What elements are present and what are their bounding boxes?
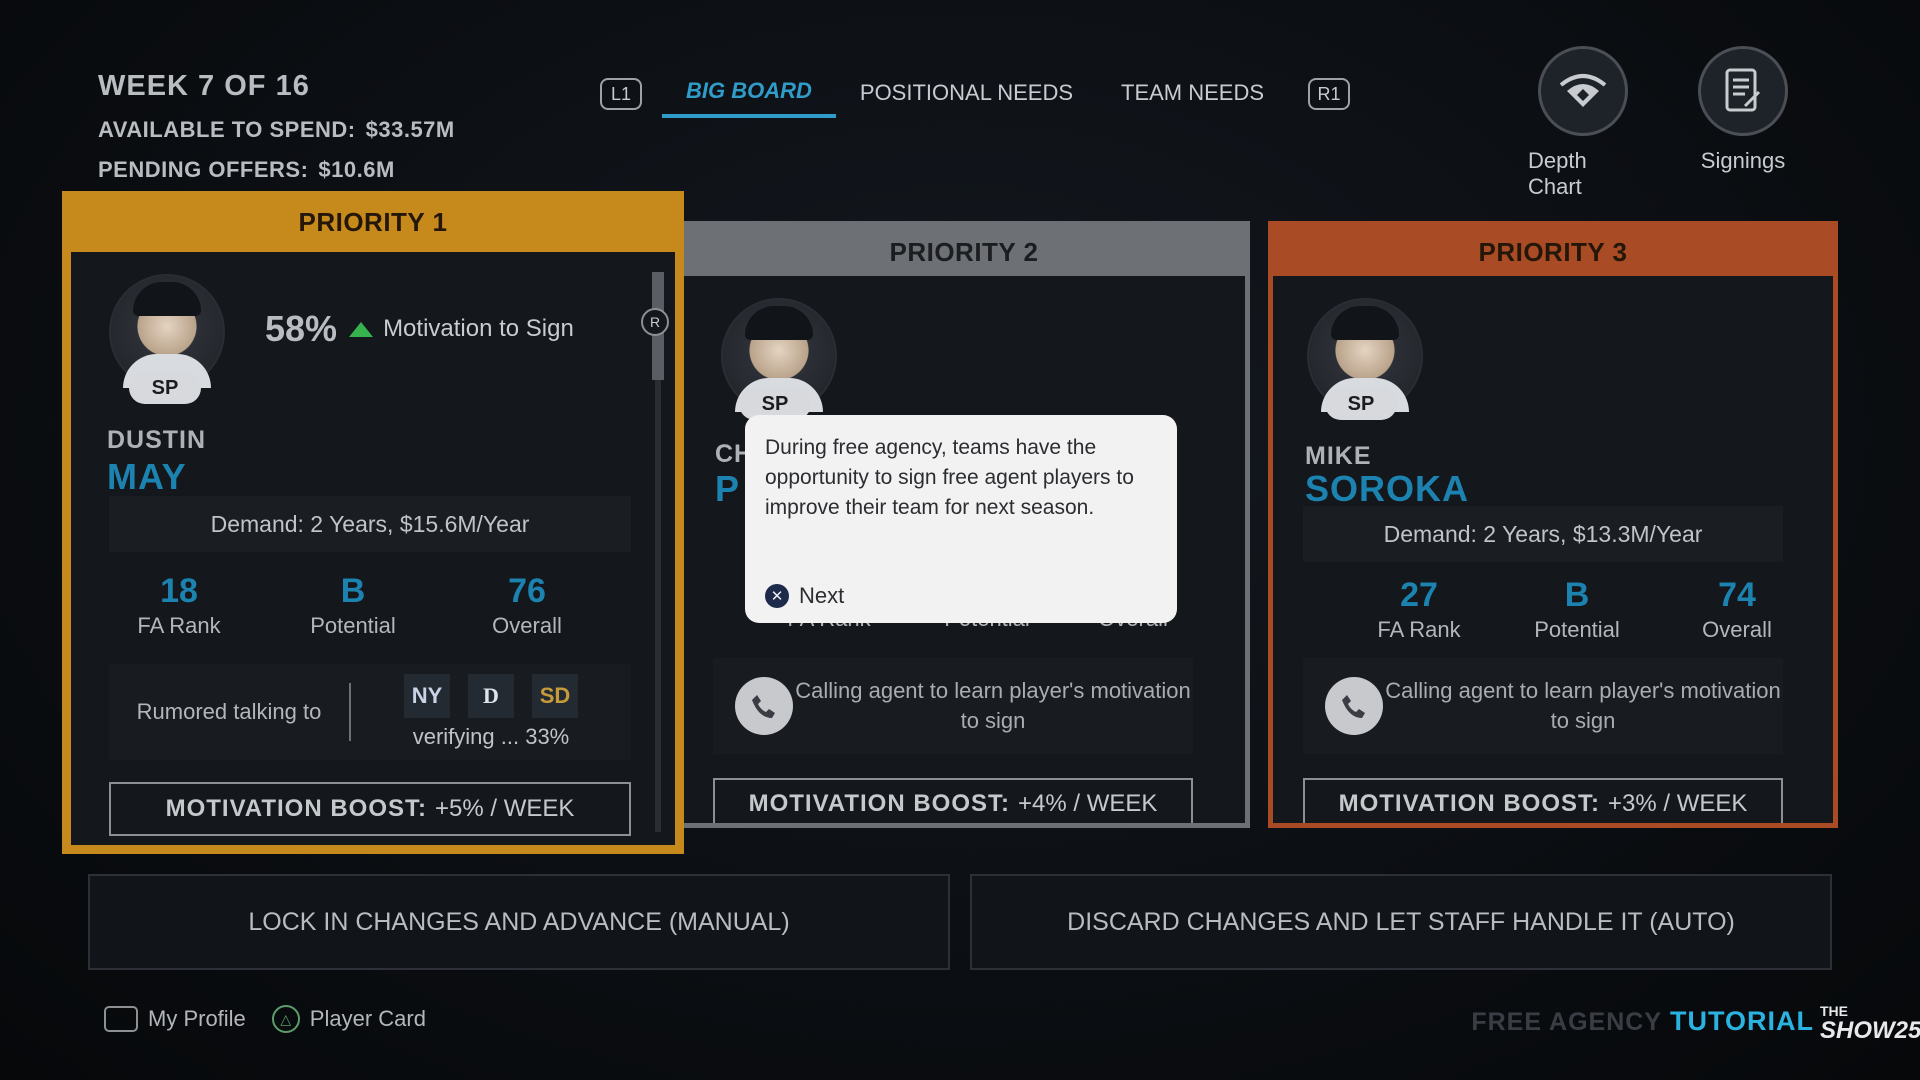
motivation-boost: MOTIVATION BOOST: +4% / WEEK: [713, 778, 1193, 823]
phone-icon: [1325, 677, 1383, 735]
padres-logo-icon: SD: [532, 674, 578, 718]
card-scrollbar[interactable]: R: [641, 272, 669, 832]
player-last-name: MAY: [107, 456, 187, 497]
overall-stat: 74 Overall: [1702, 576, 1772, 642]
tab-positional-needs[interactable]: POSITIONAL NEEDS: [836, 72, 1097, 116]
footer-controls: My Profile △ Player Card: [104, 1005, 426, 1033]
depth-chart-button[interactable]: Depth Chart: [1528, 46, 1638, 200]
tigers-logo-icon: D: [468, 674, 514, 718]
tutorial-label: TUTORIAL: [1670, 1006, 1814, 1036]
calling-agent-text: Calling agent to learn player's motivati…: [1385, 678, 1781, 733]
pending-label: PENDING OFFERS:: [98, 157, 309, 182]
rumor-label: Rumored talking to: [136, 699, 322, 724]
tab-bar: L1 BIG BOARD POSITIONAL NEEDS TEAM NEEDS…: [600, 70, 1351, 118]
yankees-logo-icon: NY: [404, 674, 450, 718]
contract-demand: Demand: 2 Years, $15.6M/Year: [109, 496, 631, 552]
potential-stat: B Potential: [310, 572, 396, 638]
calling-agent-panel: Calling agent to learn player's motivati…: [1303, 658, 1783, 754]
priority-3-card[interactable]: PRIORITY 3 SP MIKE SOROKA Demand: 2 Year…: [1268, 221, 1838, 828]
discard-changes-button[interactable]: DISCARD CHANGES AND LET STAFF HANDLE IT …: [970, 874, 1832, 970]
priority-3-body: SP MIKE SOROKA Demand: 2 Years, $13.3M/Y…: [1273, 276, 1833, 823]
signings-label: Signings: [1700, 148, 1786, 173]
contract-icon: [1698, 46, 1788, 136]
player-card-label[interactable]: Player Card: [310, 1006, 426, 1032]
player-last-name: P: [715, 468, 741, 509]
square-button-icon: [104, 1006, 138, 1032]
priority-2-header: PRIORITY 2: [889, 236, 1039, 267]
baseball-diamond-icon: [1538, 46, 1628, 136]
available-label: AVAILABLE TO SPEND:: [98, 117, 356, 142]
player-last-name: SOROKA: [1305, 468, 1470, 509]
tab-big-board[interactable]: BIG BOARD: [662, 70, 836, 118]
pending-offers: PENDING OFFERS: $10.6M: [98, 157, 455, 183]
free-agency-label: FREE AGENCY: [1471, 1008, 1662, 1036]
available-value: $33.57M: [365, 117, 455, 142]
priority-1-header: PRIORITY 1: [298, 206, 448, 237]
position-badge: SP: [1325, 388, 1397, 420]
priority-3-header: PRIORITY 3: [1478, 236, 1628, 267]
tooltip-message: During free agency, teams have the oppor…: [765, 436, 1134, 519]
pending-value: $10.6M: [318, 157, 395, 182]
fa-rank-stat: 18 FA Rank: [137, 572, 221, 638]
player-first-name: DUSTIN: [107, 426, 207, 454]
signings-button[interactable]: Signings: [1688, 46, 1798, 200]
motivation-label: Motivation to Sign: [383, 315, 574, 342]
priority-1-card[interactable]: PRIORITY 1 SP 58% Motivation to Sign R D…: [62, 191, 684, 854]
next-label: Next: [799, 583, 845, 608]
calling-agent-text: Calling agent to learn player's motivati…: [795, 678, 1191, 733]
tutorial-tooltip: During free agency, teams have the oppor…: [745, 415, 1177, 623]
r1-button[interactable]: R1: [1308, 78, 1351, 110]
my-profile-label[interactable]: My Profile: [148, 1006, 246, 1032]
phone-icon: [735, 677, 793, 735]
top-actions: Depth Chart Signings: [1528, 46, 1798, 200]
trend-up-icon: [349, 321, 374, 337]
motivation-percent: 58%: [265, 308, 338, 349]
week-label: WEEK 7 OF 16: [98, 70, 310, 102]
motivation-to-sign: 58% Motivation to Sign: [265, 308, 574, 350]
cross-button-icon: ✕: [765, 584, 789, 608]
overall-stat: 76 Overall: [492, 572, 562, 638]
contract-demand: Demand: 2 Years, $13.3M/Year: [1303, 506, 1783, 562]
available-to-spend: AVAILABLE TO SPEND: $33.57M: [98, 117, 455, 143]
player-first-name: MIKE: [1305, 442, 1372, 470]
potential-stat: B Potential: [1534, 576, 1620, 642]
tab-team-needs[interactable]: TEAM NEEDS: [1097, 72, 1288, 116]
fa-rank-stat: 27 FA Rank: [1377, 576, 1461, 642]
motivation-boost: MOTIVATION BOOST: +3% / WEEK: [1303, 778, 1783, 823]
lock-in-changes-button[interactable]: LOCK IN CHANGES AND ADVANCE (MANUAL): [88, 874, 950, 970]
triangle-button-icon: △: [271, 1005, 300, 1033]
rumor-panel: Rumored talking to NY D SD verifying ...…: [109, 664, 631, 760]
l1-button[interactable]: L1: [600, 78, 642, 110]
depth-chart-label: Depth Chart: [1528, 148, 1587, 199]
season-info: WEEK 7 OF 16 AVAILABLE TO SPEND: $33.57M …: [98, 70, 455, 197]
position-badge: SP: [129, 372, 201, 404]
the-show-logo: THE SHOW25: [1820, 1003, 1920, 1044]
motivation-boost: MOTIVATION BOOST: +5% / WEEK: [109, 782, 631, 836]
rumored-teams: NY D SD verifying ... 33%: [351, 674, 631, 750]
calling-agent-panel: Calling agent to learn player's motivati…: [713, 658, 1193, 754]
next-button[interactable]: ✕ Next: [765, 583, 844, 609]
priority-1-body: SP 58% Motivation to Sign R DUSTIN MAY D…: [71, 252, 675, 845]
rumor-status: verifying ... 33%: [412, 724, 570, 749]
r-stick-button: R: [641, 308, 669, 336]
